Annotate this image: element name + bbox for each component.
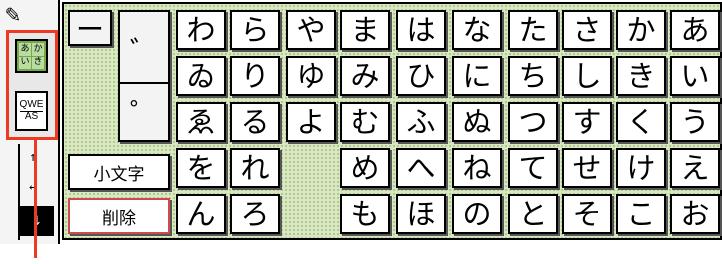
kana-key[interactable]: ち	[508, 56, 558, 96]
kana-key[interactable]: か	[616, 10, 666, 50]
kana-key[interactable]: や	[286, 10, 336, 50]
kana-mode-glyph: あ	[19, 43, 31, 56]
kana-key[interactable]: い	[670, 56, 720, 96]
kana-key[interactable]: る	[230, 102, 280, 142]
kana-key[interactable]: ゆ	[286, 56, 336, 96]
small-chars-button[interactable]: 小文字	[68, 154, 170, 190]
delete-button[interactable]: 削除	[68, 198, 170, 234]
kana-key[interactable]: あ	[670, 10, 720, 50]
kana-key[interactable]: へ	[396, 148, 446, 188]
cursor-move-icon[interactable]: ↔	[22, 176, 44, 198]
pencil-icon[interactable]: ✎	[2, 2, 24, 28]
tool-strip: ✎ あ か い き QWE AS ↑ ↔ ↓	[0, 0, 60, 244]
kana-key[interactable]: そ	[562, 194, 612, 234]
kana-key[interactable]: ま	[340, 10, 390, 50]
kana-key[interactable]: ん	[176, 194, 226, 234]
kana-key[interactable]: れ	[230, 148, 280, 188]
kana-key[interactable]: く	[616, 102, 666, 142]
kana-key[interactable]: え	[670, 148, 720, 188]
kana-key[interactable]: ぬ	[452, 102, 502, 142]
kana-key[interactable]: つ	[508, 102, 558, 142]
kana-key[interactable]: と	[508, 194, 558, 234]
kana-mode-glyph: い	[19, 56, 31, 69]
kana-key[interactable]: お	[670, 194, 720, 234]
kana-key[interactable]: さ	[562, 10, 612, 50]
kana-key[interactable]: に	[452, 56, 502, 96]
kana-key[interactable]: し	[562, 56, 612, 96]
dakuten-key[interactable]: ゛	[118, 10, 170, 90]
kana-key[interactable]: ふ	[396, 102, 446, 142]
qwerty-mode-label-top: QWE	[19, 99, 44, 112]
kana-key[interactable]: ゐ	[176, 56, 226, 96]
kana-key[interactable]: な	[452, 10, 502, 50]
handakuten-key[interactable]: ゜	[118, 82, 170, 142]
kana-key[interactable]: う	[670, 102, 720, 142]
kana-key[interactable]: を	[176, 148, 226, 188]
kana-key[interactable]: た	[508, 10, 558, 50]
kana-key[interactable]: ゑ	[176, 102, 226, 142]
cursor-up-icon[interactable]: ↑	[22, 146, 44, 168]
input-mode-selector: あ か い き QWE AS	[6, 30, 58, 140]
kana-key[interactable]: き	[616, 56, 666, 96]
kana-key[interactable]: ら	[230, 10, 280, 50]
kana-key[interactable]: は	[396, 10, 446, 50]
kana-key[interactable]: せ	[562, 148, 612, 188]
kana-keyboard: ー ゛ ゜ 小文字 削除 わらやまはなたさかあゐりゆみひにちしきいゑるよむふぬつ…	[62, 2, 722, 240]
kana-key[interactable]: て	[508, 148, 558, 188]
kana-key[interactable]: も	[340, 194, 390, 234]
kana-key[interactable]: け	[616, 148, 666, 188]
highlight-pointer	[34, 140, 37, 258]
kana-key[interactable]: り	[230, 56, 280, 96]
kana-key[interactable]: ほ	[396, 194, 446, 234]
long-vowel-key[interactable]: ー	[68, 10, 112, 46]
kana-key[interactable]: ね	[452, 148, 502, 188]
kana-key[interactable]: す	[562, 102, 612, 142]
kana-key[interactable]: む	[340, 102, 390, 142]
kana-key[interactable]: み	[340, 56, 390, 96]
qwerty-mode-label-bottom: AS	[24, 110, 39, 122]
cursor-down-icon[interactable]: ↓	[20, 206, 54, 236]
kana-key[interactable]: こ	[616, 194, 666, 234]
kana-key[interactable]: わ	[176, 10, 226, 50]
kana-key[interactable]: め	[340, 148, 390, 188]
kana-key[interactable]: よ	[286, 102, 336, 142]
kana-mode-glyph: か	[32, 43, 44, 56]
bottom-margin	[60, 244, 722, 264]
kana-key[interactable]: の	[452, 194, 502, 234]
kana-mode-button[interactable]: あ か い き	[15, 39, 48, 73]
kana-key[interactable]: ひ	[396, 56, 446, 96]
kana-key[interactable]: ろ	[230, 194, 280, 234]
qwerty-mode-button[interactable]: QWE AS	[15, 91, 48, 131]
kana-mode-glyph: き	[32, 56, 44, 69]
